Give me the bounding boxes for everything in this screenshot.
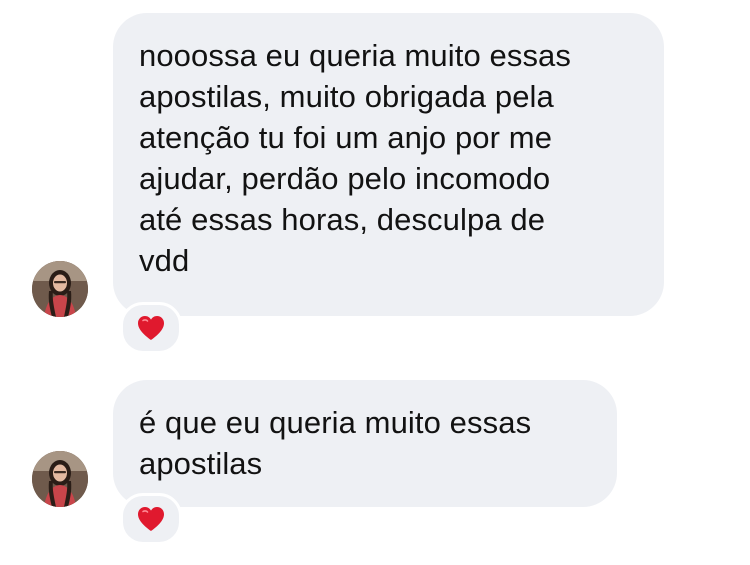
avatar-photo-icon (32, 451, 88, 507)
message-text: é que eu queria muito essas apostilas (139, 405, 532, 481)
message-text: nooossa eu queria muito essas apostilas,… (139, 38, 571, 278)
red-heart-icon (138, 507, 164, 531)
message-reaction[interactable] (120, 302, 182, 354)
message-reaction[interactable] (120, 493, 182, 545)
sender-avatar[interactable] (32, 451, 88, 507)
avatar-photo-icon (32, 261, 88, 317)
red-heart-icon (138, 316, 164, 340)
sender-avatar[interactable] (32, 261, 88, 317)
message-bubble[interactable]: nooossa eu queria muito essas apostilas,… (113, 13, 664, 316)
message-bubble[interactable]: é que eu queria muito essas apostilas (113, 380, 617, 507)
